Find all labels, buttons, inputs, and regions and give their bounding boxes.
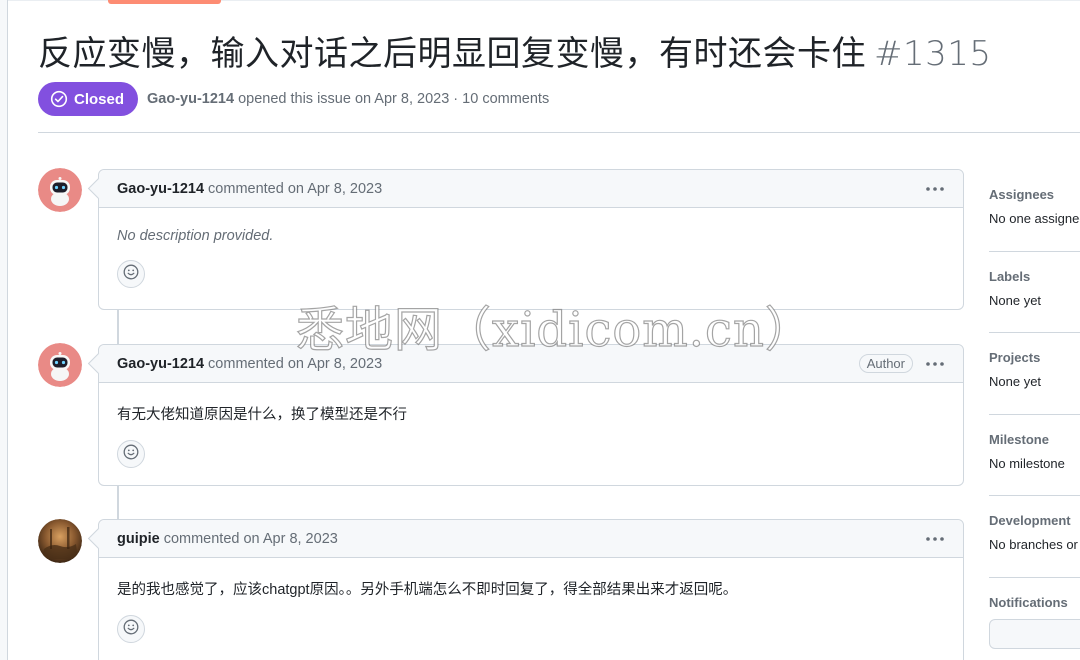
smiley-icon bbox=[123, 264, 139, 284]
sidebar-value: No one assigned bbox=[989, 211, 1080, 226]
kebab-menu-icon[interactable] bbox=[925, 531, 945, 547]
subscribe-button[interactable] bbox=[989, 618, 1080, 649]
issue-sidebar: Assignees No one assigned Labels None ye… bbox=[989, 170, 1080, 659]
author-badge: Author bbox=[858, 354, 913, 373]
issue-title-text: 反应变慢，输入对话之后明显回复变慢，有时还会卡住 bbox=[38, 34, 866, 74]
comment-avatar[interactable] bbox=[38, 519, 82, 563]
sidebar-labels[interactable]: Labels None yet bbox=[989, 252, 1080, 333]
add-reaction-button[interactable] bbox=[117, 440, 145, 468]
kebab-menu-icon[interactable] bbox=[925, 356, 945, 372]
comment-card: Gao-yu-1214 commented on Apr 8, 2023 No … bbox=[98, 169, 964, 310]
issue-state-label: Closed bbox=[74, 90, 125, 108]
sidebar-heading: Labels bbox=[989, 268, 1031, 284]
sidebar-projects[interactable]: Projects None yet bbox=[989, 333, 1080, 415]
sidebar-heading: Notifications bbox=[989, 594, 1068, 610]
sidebar-milestone[interactable]: Milestone No milestone bbox=[989, 415, 1080, 496]
kebab-menu-icon[interactable] bbox=[925, 181, 945, 197]
smiley-icon bbox=[123, 444, 139, 464]
comment-author-link[interactable]: guipie bbox=[117, 531, 160, 547]
sidebar-heading: Projects bbox=[989, 350, 1041, 365]
left-panel-edge bbox=[0, 0, 8, 660]
sidebar-development[interactable]: Development No branches or pull requests bbox=[989, 496, 1080, 578]
comment-timestamp[interactable]: commented on Apr 8, 2023 bbox=[164, 531, 338, 547]
sidebar-heading: Development bbox=[989, 513, 1071, 528]
issue-title: 反应变慢，输入对话之后明显回复变慢，有时还会卡住 #1315 bbox=[38, 30, 1080, 78]
sidebar-value: None yet bbox=[989, 292, 1042, 308]
sidebar-heading: Assignees bbox=[989, 187, 1055, 202]
issue-state-badge: Closed bbox=[38, 82, 139, 116]
check-circle-icon bbox=[50, 90, 68, 108]
comment-author-link[interactable]: Gao-yu-1214 bbox=[117, 356, 204, 372]
sidebar-value: No milestone bbox=[989, 455, 1065, 471]
comment-timestamp[interactable]: commented on Apr 8, 2023 bbox=[208, 181, 382, 197]
comment-timestamp[interactable]: commented on Apr 8, 2023 bbox=[208, 356, 382, 372]
comment-card: Gao-yu-1214 commented on Apr 8, 2023 Aut… bbox=[98, 344, 964, 486]
issue-header: 反应变慢，输入对话之后明显回复变慢，有时还会卡住 #1315 Closed Gao… bbox=[38, 30, 1080, 116]
issue-meta: Closed Gao-yu-1214 opened this issue on … bbox=[38, 82, 1080, 116]
sidebar-value: No branches or pull requests bbox=[989, 537, 1080, 552]
issue-author-link[interactable]: Gao-yu-1214 bbox=[147, 91, 234, 107]
robot-avatar-icon bbox=[38, 343, 82, 387]
comment-text: 是的我也感觉了，应该chatgpt原因。。另外手机端怎么不即时回复了，得全部结果… bbox=[117, 582, 738, 598]
comment-author-link[interactable]: Gao-yu-1214 bbox=[117, 181, 204, 197]
add-reaction-button[interactable] bbox=[117, 260, 145, 288]
smiley-icon bbox=[123, 619, 139, 639]
comment-body: No description provided. bbox=[99, 208, 963, 300]
comment-avatar[interactable] bbox=[38, 343, 82, 387]
comment-header: Gao-yu-1214 commented on Apr 8, 2023 Aut… bbox=[99, 345, 963, 383]
photo-avatar-icon bbox=[38, 519, 82, 563]
comment-header: Gao-yu-1214 commented on Apr 8, 2023 bbox=[99, 170, 963, 208]
comment-header: guipie commented on Apr 8, 2023 bbox=[99, 520, 963, 558]
comment-card: guipie commented on Apr 8, 2023 是的我也感觉了，… bbox=[98, 519, 964, 660]
comment-text: 有无大佬知道原因是什么，换了模型还是不行 bbox=[117, 407, 407, 423]
add-reaction-button[interactable] bbox=[117, 615, 145, 643]
comment-avatar[interactable] bbox=[38, 168, 82, 212]
active-tab-indicator bbox=[108, 0, 221, 4]
sidebar-assignees[interactable]: Assignees No one assigned bbox=[989, 170, 1080, 252]
issue-meta-text: opened this issue on Apr 8, 2023 · 10 co… bbox=[238, 91, 550, 107]
robot-avatar-icon bbox=[38, 168, 82, 212]
sidebar-heading: Milestone bbox=[989, 431, 1049, 447]
issue-number: #1315 bbox=[874, 34, 992, 74]
header-divider bbox=[38, 132, 1080, 133]
comment-body: 是的我也感觉了，应该chatgpt原因。。另外手机端怎么不即时回复了，得全部结果… bbox=[99, 558, 963, 655]
sidebar-notifications: Notifications bbox=[989, 578, 1080, 660]
comment-body: 有无大佬知道原因是什么，换了模型还是不行 bbox=[99, 383, 963, 480]
sidebar-value: None yet bbox=[989, 374, 1042, 389]
comment-text: No description provided. bbox=[117, 228, 274, 244]
